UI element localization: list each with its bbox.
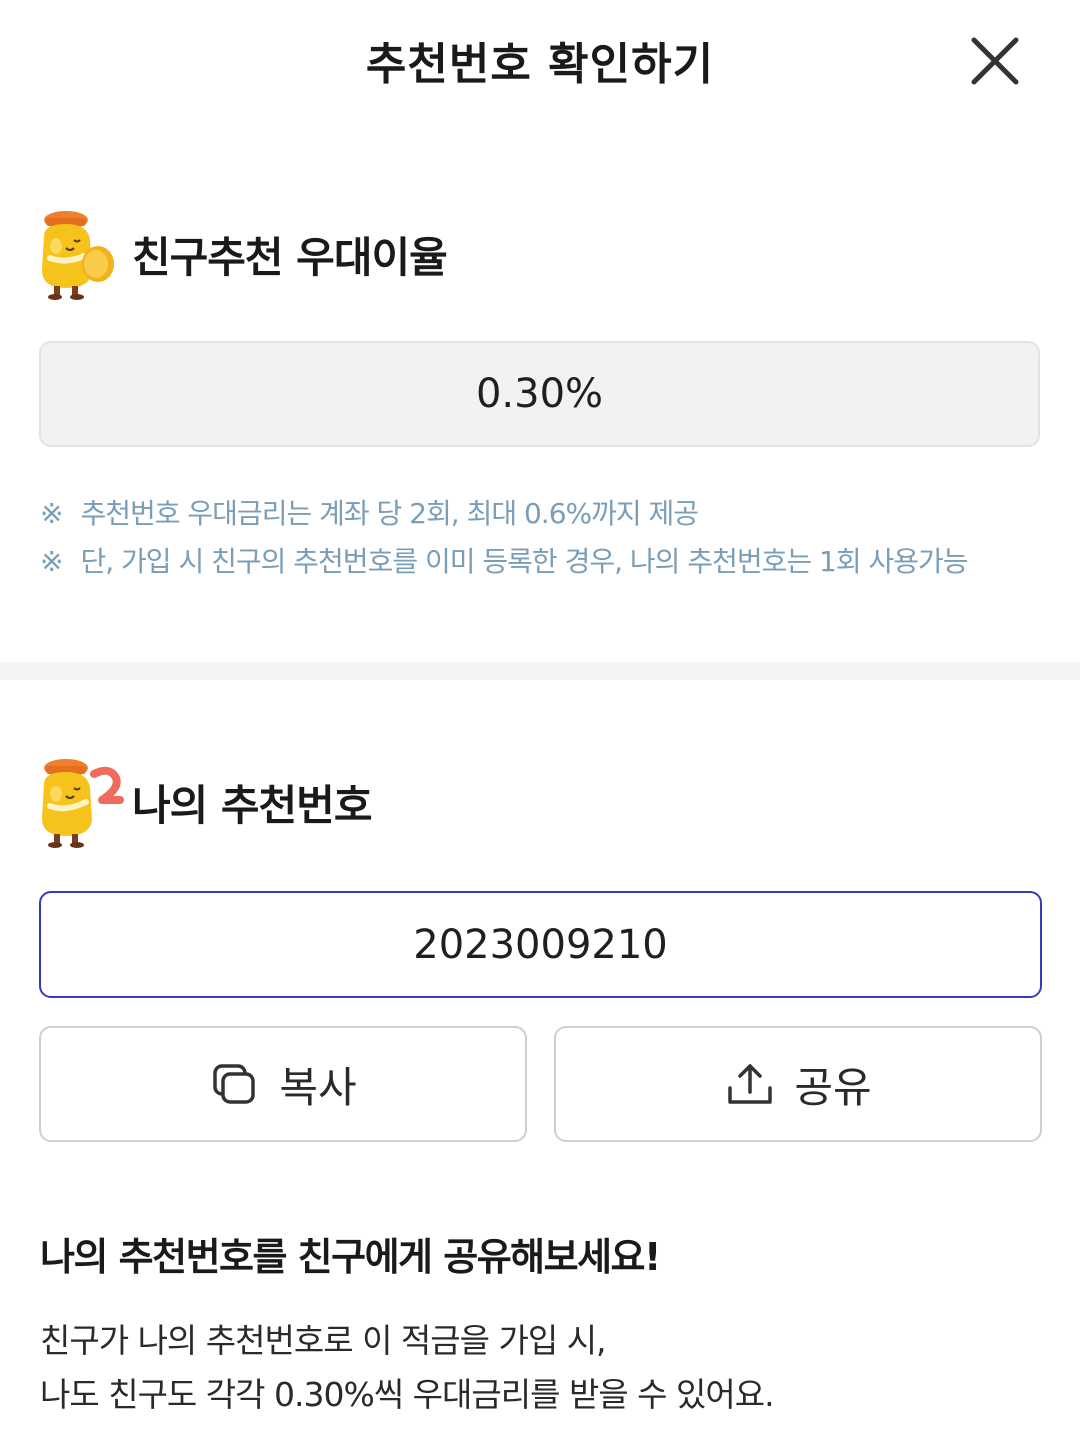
character-number-icon — [42, 759, 124, 848]
share-button-label: 공유 — [794, 1062, 872, 1112]
close-icon — [971, 37, 1019, 85]
rate-section-title: 친구추천 우대이율 — [132, 232, 448, 282]
rate-value-box: 0.30% — [39, 341, 1040, 447]
rate-section-header: 친구추천 우대이율 — [36, 206, 448, 302]
copy-button-label: 복사 — [279, 1062, 357, 1112]
code-section-header: 나의 추천번호 — [36, 754, 372, 850]
note-text: 단, 가입 시 친구의 추천번호를 이미 등록한 경우, 나의 추천번호는 1회… — [80, 545, 968, 578]
referral-code-field[interactable]: 2023009210 — [39, 891, 1042, 998]
note-mark: ※ — [40, 545, 63, 578]
note-text: 추천번호 우대금리는 계좌 당 2회, 최대 0.6%까지 제공 — [80, 497, 699, 530]
share-button[interactable]: 공유 — [554, 1026, 1042, 1142]
description-line-1: 친구가 나의 추천번호로 이 적금을 가입 시, — [40, 1321, 607, 1360]
share-heading: 나의 추천번호를 친구에게 공유해보세요! — [40, 1235, 661, 1279]
page-title: 추천번호 확인하기 — [365, 39, 715, 90]
close-button[interactable] — [960, 26, 1030, 96]
code-section-title: 나의 추천번호 — [132, 780, 372, 830]
header: 추천번호 확인하기 — [0, 0, 1080, 120]
note-line-2: ※ 단, 가입 시 친구의 추천번호를 이미 등록한 경우, 나의 추천번호는 1… — [40, 540, 969, 580]
description-line-2: 나도 친구도 각각 0.30%씩 우대금리를 받을 수 있어요. — [40, 1375, 775, 1414]
share-icon — [728, 1064, 773, 1104]
referral-code-value: 2023009210 — [413, 921, 668, 968]
note-line-1: ※ 추천번호 우대금리는 계좌 당 2회, 최대 0.6%까지 제공 — [40, 492, 699, 532]
copy-icon — [213, 1064, 256, 1104]
section-divider — [0, 662, 1080, 680]
character-coin-icon — [42, 211, 114, 300]
copy-button[interactable]: 복사 — [39, 1026, 527, 1142]
note-mark: ※ — [40, 497, 63, 530]
rate-value: 0.30% — [475, 371, 604, 417]
